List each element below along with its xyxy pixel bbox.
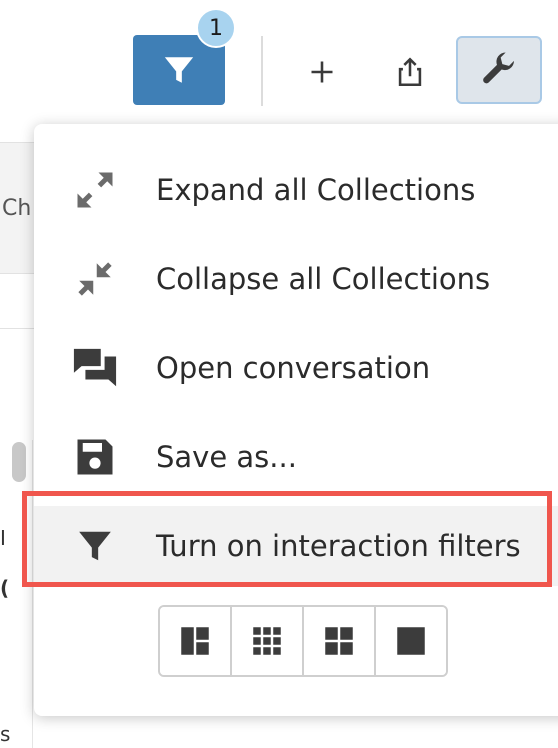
background-column-header: Ch — [2, 196, 32, 221]
background-scrollbar-thumb[interactable] — [12, 442, 26, 482]
background-text-fragment: s — [0, 722, 11, 746]
layout-sidebar-button[interactable] — [160, 607, 232, 675]
menu-item-open-conversation[interactable]: Open conversation — [34, 328, 558, 408]
menu-item-label: Turn on interaction filters — [156, 529, 521, 563]
filter-icon — [164, 57, 194, 83]
filter-icon — [79, 531, 111, 561]
collapse-arrows-icon — [78, 262, 112, 296]
menu-item-save-as[interactable]: Save as... — [34, 417, 558, 497]
layout-selector — [158, 605, 448, 677]
save-icon — [77, 439, 113, 475]
filter-count-badge: 1 — [196, 8, 236, 48]
layout-single-button[interactable] — [376, 607, 446, 675]
share-icon — [398, 57, 422, 87]
expand-arrows-icon — [77, 172, 113, 208]
layout-grid-3x3-icon — [253, 627, 281, 655]
toolbar-separator — [261, 36, 263, 106]
wrench-icon — [483, 52, 515, 84]
share-button[interactable] — [388, 50, 432, 94]
add-button[interactable] — [300, 50, 344, 94]
tools-button[interactable] — [456, 36, 542, 104]
menu-item-collapse-all[interactable]: Collapse all Collections — [34, 239, 558, 319]
background-column-divider — [32, 440, 33, 748]
background-text-fragment: I — [0, 526, 6, 550]
layout-grid-2x2-icon — [325, 627, 353, 655]
plus-icon — [311, 61, 333, 83]
conversation-icon — [73, 348, 117, 387]
menu-item-label: Collapse all Collections — [156, 262, 491, 296]
menu-item-label: Expand all Collections — [156, 173, 476, 207]
menu-item-label: Save as... — [156, 440, 297, 474]
menu-item-expand-all[interactable]: Expand all Collections — [34, 150, 558, 230]
layout-single-icon — [397, 627, 425, 655]
menu-item-interaction-filters[interactable]: Turn on interaction filters — [34, 506, 558, 586]
layout-sidebar-icon — [181, 627, 209, 655]
layout-grid-2x2-button[interactable] — [304, 607, 376, 675]
layout-grid-3x3-button[interactable] — [232, 607, 304, 675]
background-text-fragment: ( — [0, 576, 10, 600]
menu-item-label: Open conversation — [156, 351, 431, 385]
